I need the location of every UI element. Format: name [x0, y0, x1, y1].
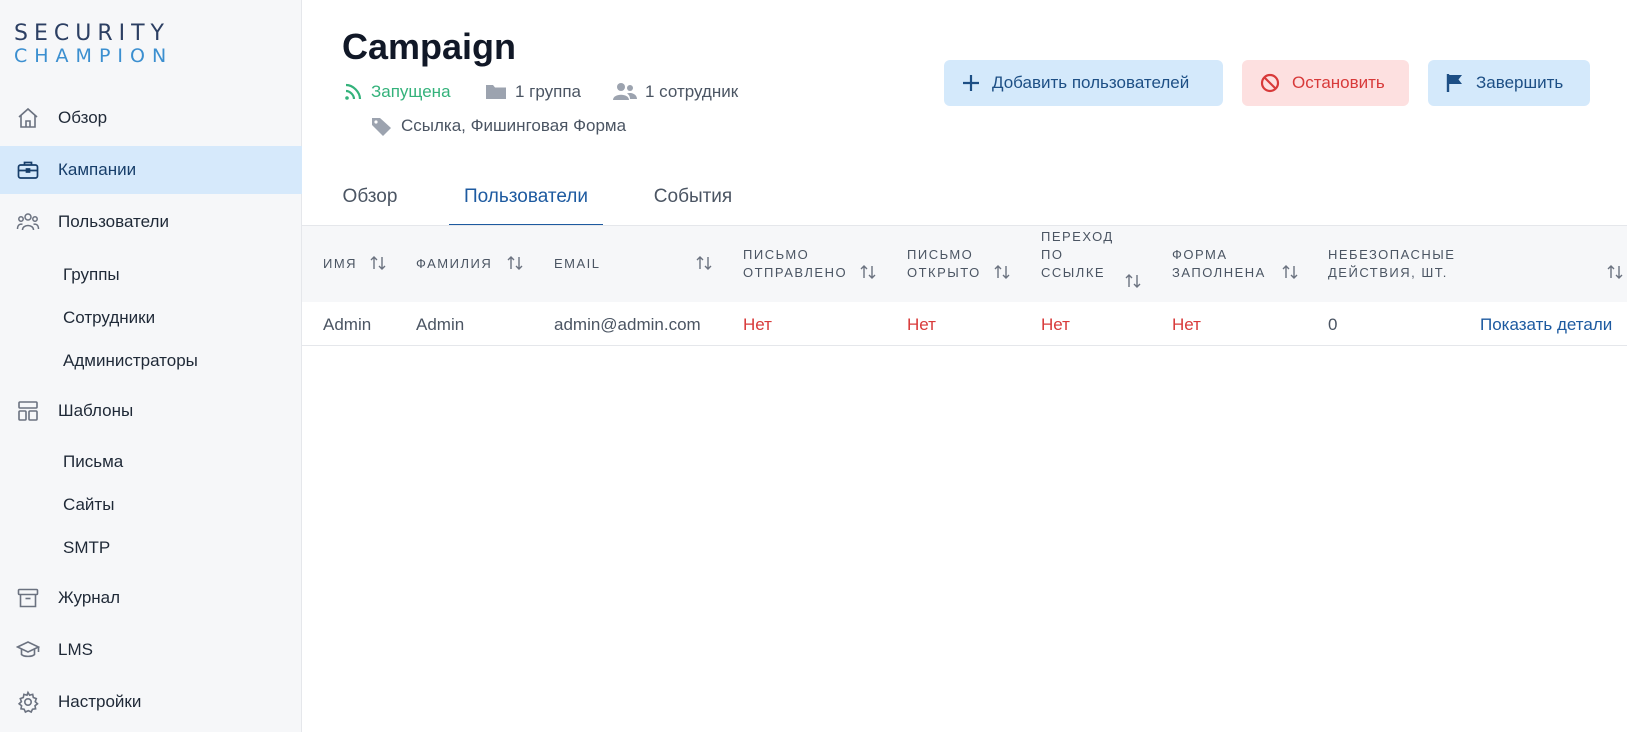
finish-button[interactable]: Завершить — [1428, 60, 1590, 106]
sidebar-item-label: Шаблоны — [58, 401, 134, 420]
table-row: Admin Admin admin@admin.com Нет Нет Нет … — [302, 302, 1627, 346]
cell-sent: Нет — [743, 315, 772, 334]
sidebar-item-campaigns[interactable]: Кампании — [0, 146, 302, 194]
tags-text: Ссылка, Фишинговая Форма — [401, 116, 627, 135]
groups-count: 1 группа — [485, 80, 581, 104]
status-badge: Запущена — [343, 80, 451, 104]
sidebar-item-label: Пользователи — [58, 212, 169, 231]
column-header-form: Форма заполнена — [1172, 246, 1266, 282]
tab-overview[interactable]: Обзор — [342, 186, 398, 226]
sort-icon[interactable] — [1605, 264, 1625, 280]
sort-icon[interactable] — [368, 255, 388, 271]
sidebar-item-settings[interactable]: Настройки — [0, 678, 302, 726]
employees-count: 1 сотрудник — [613, 80, 738, 104]
graduation-cap-icon — [16, 641, 40, 658]
column-header-line: Письмо — [907, 247, 974, 262]
column-header-clicked: Переход по ссылке — [1041, 228, 1114, 282]
ban-icon — [1260, 73, 1280, 93]
column-header-unsafe: Небезопасные действия, шт. — [1328, 246, 1455, 282]
users-icon — [613, 83, 637, 100]
plus-icon — [963, 75, 979, 91]
column-header-line: Форма — [1172, 247, 1228, 262]
stop-button[interactable]: Остановить — [1242, 60, 1409, 106]
cell-opened: Нет — [907, 315, 936, 334]
users-icon — [16, 213, 40, 231]
sidebar-item-label: LMS — [58, 640, 93, 659]
sidebar-subitem-employees[interactable]: Сотрудники — [63, 303, 155, 333]
sort-icon[interactable] — [858, 264, 878, 280]
column-header-line: по — [1041, 247, 1064, 262]
page-title: Campaign — [342, 26, 517, 67]
stop-label: Остановить — [1292, 73, 1385, 92]
logo-line-2: CHAMPION — [14, 45, 174, 67]
sort-icon[interactable] — [505, 255, 525, 271]
gear-icon — [17, 690, 39, 714]
sidebar-item-label: Журнал — [58, 588, 121, 607]
add-users-label: Добавить пользователей — [992, 73, 1190, 92]
column-header-opened: Письмо открыто — [907, 246, 981, 282]
employees-text: 1 сотрудник — [645, 82, 739, 101]
cell-clicked: Нет — [1041, 315, 1070, 334]
sidebar-item-label: Настройки — [58, 692, 142, 711]
logo[interactable]: SECURITY CHAMPION — [14, 22, 174, 74]
finish-label: Завершить — [1476, 73, 1564, 92]
column-header-line: ссылке — [1041, 265, 1106, 280]
cell-last-name: Admin — [416, 315, 465, 334]
sidebar-subitem-sites[interactable]: Сайты — [63, 490, 114, 520]
sidebar-item-label: Кампании — [58, 160, 137, 179]
sort-icon[interactable] — [694, 255, 714, 271]
archive-icon — [17, 588, 39, 608]
cell-first-name: Admin — [323, 315, 372, 334]
add-users-button[interactable]: Добавить пользователей — [944, 60, 1223, 106]
sidebar-item-users[interactable]: Пользователи — [0, 198, 302, 246]
tab-events[interactable]: События — [650, 186, 736, 226]
cell-unsafe: 0 — [1328, 315, 1338, 334]
column-header-line: отправлено — [743, 265, 848, 280]
sidebar-subitem-groups[interactable]: Группы — [63, 260, 120, 290]
tag-icon — [372, 118, 391, 136]
sidebar-subitem-letters[interactable]: Письма — [63, 447, 123, 477]
sort-icon[interactable] — [992, 264, 1012, 280]
table-header: Имя Фамилия Email Письмо отправлено Пись… — [302, 226, 1627, 302]
home-icon — [18, 107, 38, 128]
flag-icon — [1446, 74, 1462, 92]
folder-icon — [486, 85, 506, 99]
cell-email: admin@admin.com — [554, 315, 701, 334]
sort-icon[interactable] — [1123, 273, 1143, 289]
status-text: Запущена — [371, 82, 451, 101]
show-details-link[interactable]: Показать детали — [1480, 315, 1612, 335]
column-header-line: Письмо — [743, 247, 810, 262]
sidebar-item-templates[interactable]: Шаблоны — [0, 387, 302, 435]
sidebar-item-journal[interactable]: Журнал — [0, 574, 302, 622]
column-header-line: Переход — [1041, 229, 1114, 244]
column-header-line: заполнена — [1172, 265, 1266, 280]
rss-icon — [345, 83, 362, 100]
sidebar-item-label: Обзор — [58, 108, 108, 127]
column-header-line: Небезопасные — [1328, 247, 1456, 262]
column-header-last-name: Фамилия — [416, 256, 493, 271]
sidebar-item-overview[interactable]: Обзор — [0, 94, 302, 142]
sidebar-item-lms[interactable]: LMS — [0, 626, 302, 674]
column-header-email: Email — [554, 256, 601, 271]
sort-icon[interactable] — [1280, 264, 1300, 280]
column-header-first-name: Имя — [323, 256, 358, 271]
column-header-sent: Письмо отправлено — [743, 246, 847, 282]
tab-users[interactable]: Пользователи — [449, 186, 603, 226]
sidebar-subitem-smtp[interactable]: SMTP — [63, 533, 110, 563]
column-header-line: открыто — [907, 265, 981, 280]
column-header-line: действия, шт. — [1328, 265, 1448, 280]
briefcase-icon — [17, 161, 39, 179]
sidebar-subitem-admins[interactable]: Администраторы — [63, 346, 198, 376]
sidebar: SECURITY CHAMPION Обзор Кампании Пользов… — [0, 0, 302, 732]
cell-form: Нет — [1172, 315, 1201, 334]
groups-text: 1 группа — [515, 82, 582, 101]
logo-line-1: SECURITY — [14, 21, 170, 46]
tags: Ссылка, Фишинговая Форма — [371, 114, 626, 138]
layout-icon — [18, 401, 38, 421]
